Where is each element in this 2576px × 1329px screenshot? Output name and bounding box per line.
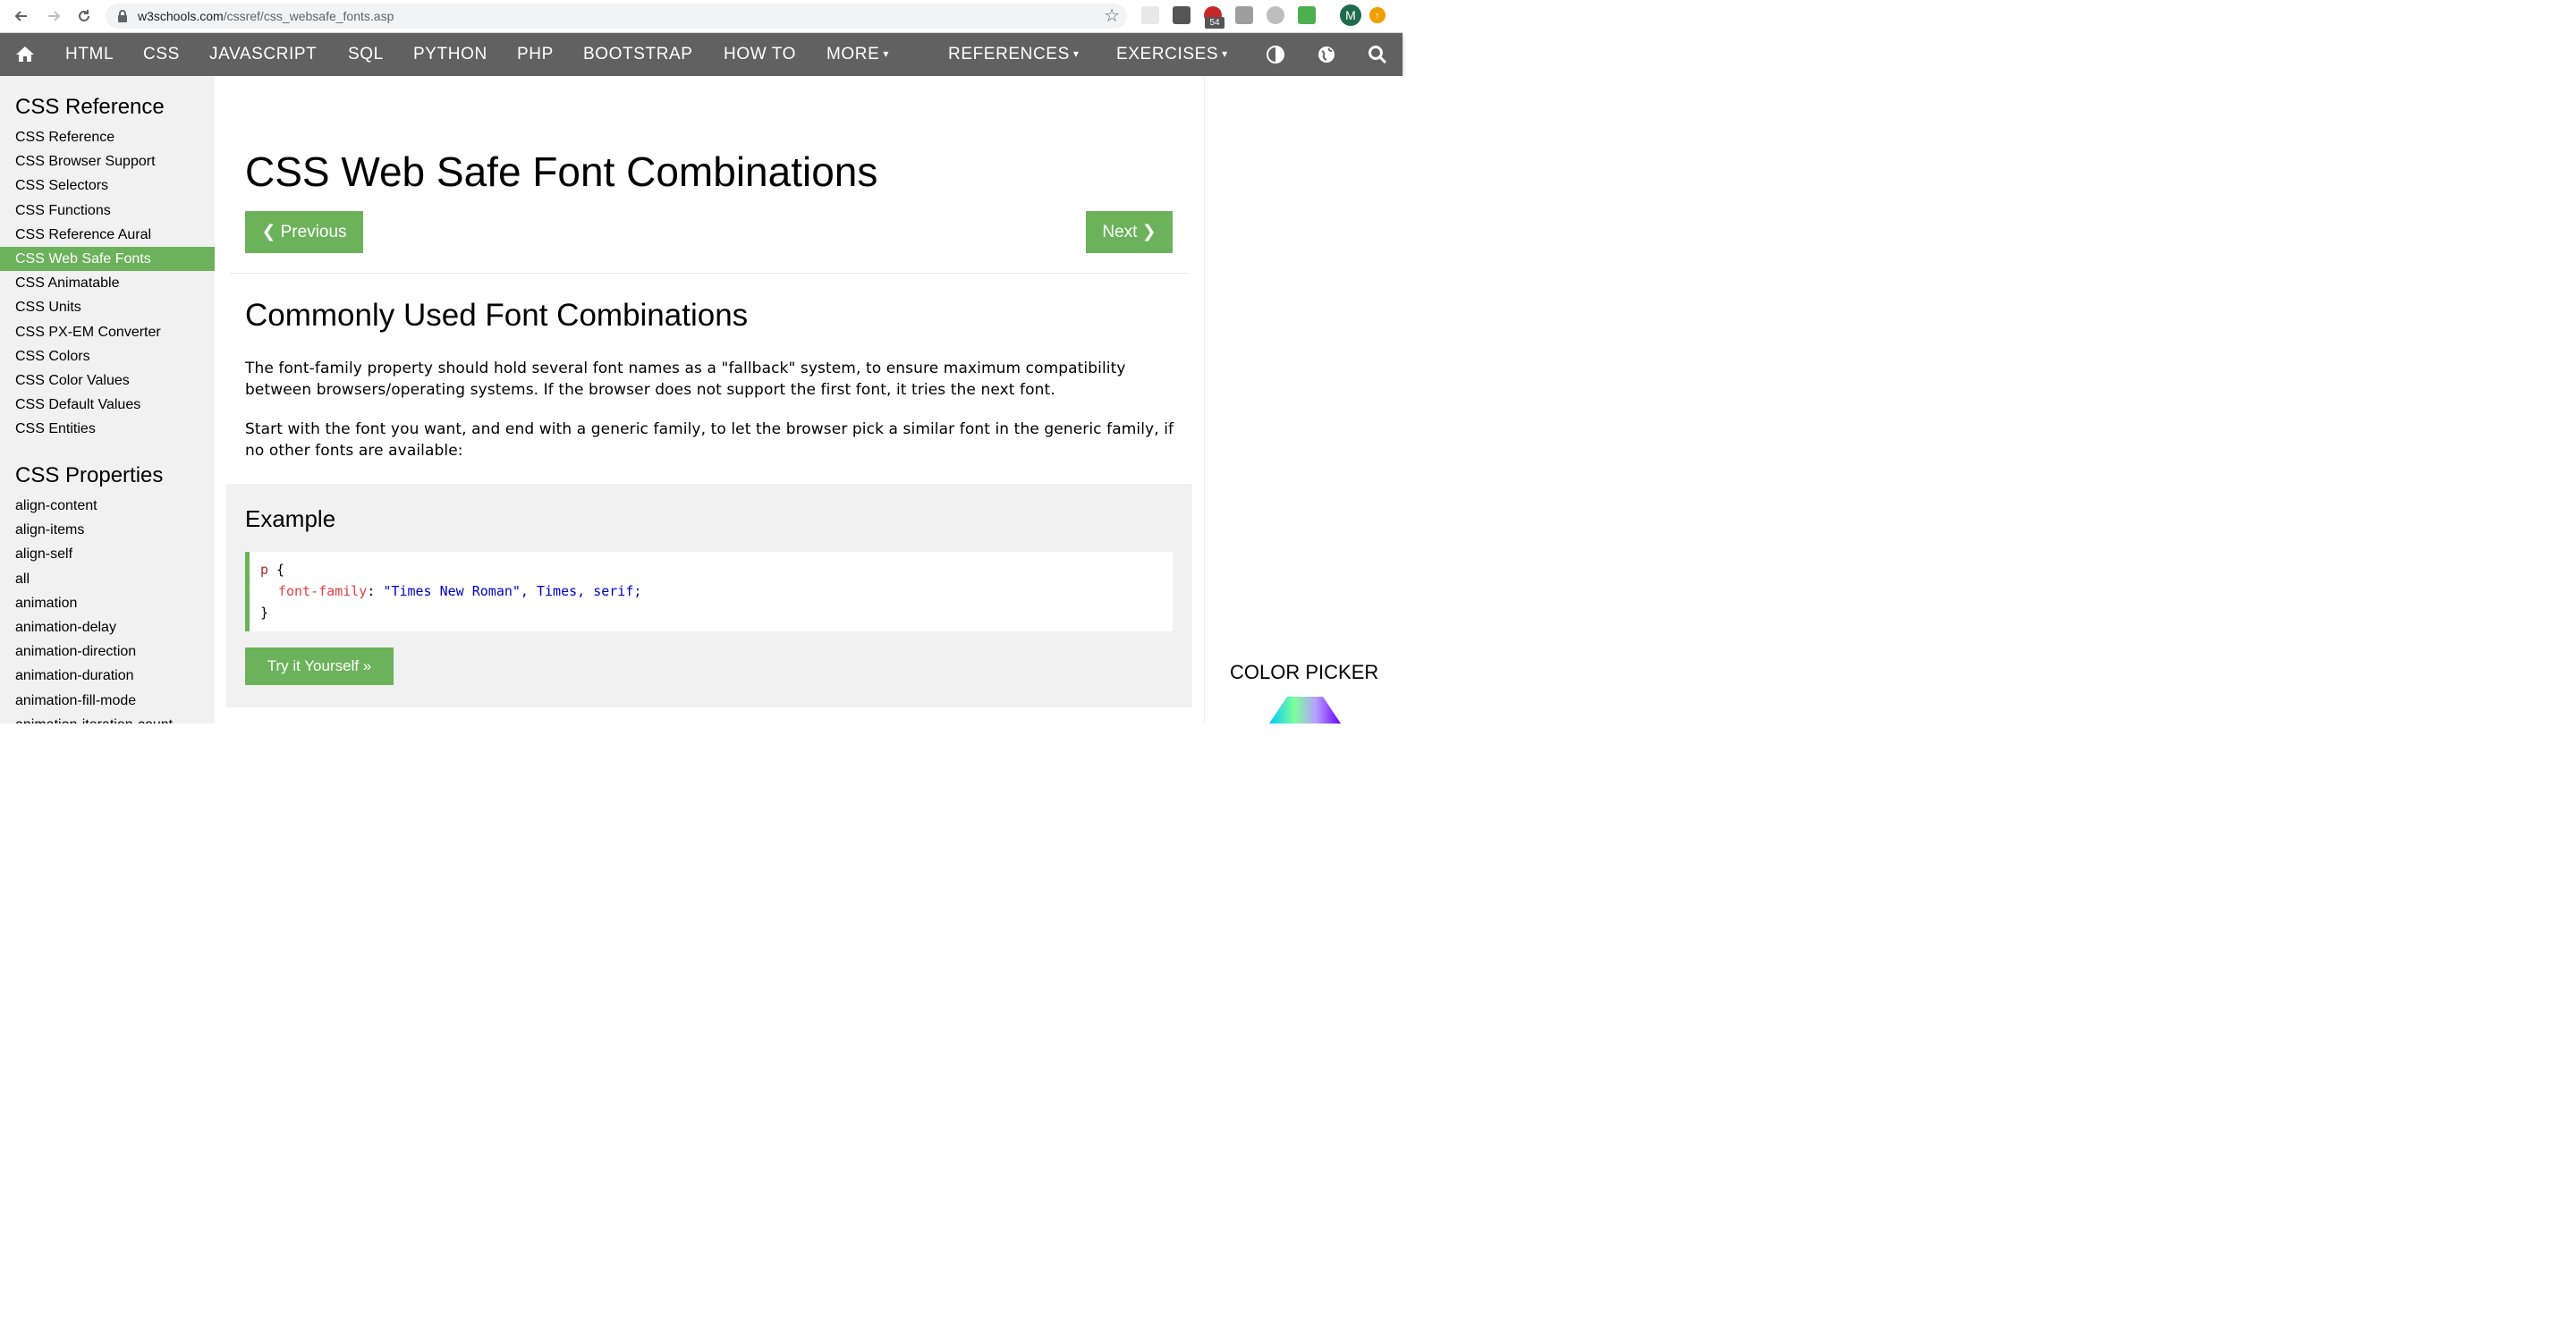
nav-more[interactable]: MORE ▾ (826, 33, 889, 76)
color-picker-title: COLOR PICKER (1230, 661, 1379, 683)
sidebar-link[interactable]: animation-duration (0, 664, 215, 688)
example-box: Example p { font-family: "Times New Roma… (226, 484, 1192, 707)
forward-arrow-icon[interactable] (43, 5, 64, 27)
code-block: p { font-family: "Times New Roman", Time… (245, 552, 1173, 631)
color-picker-hexagon-icon[interactable] (1269, 695, 1341, 724)
theme-toggle-icon[interactable] (1265, 44, 1286, 65)
sidebar-link[interactable]: CSS Functions (0, 199, 215, 223)
page-title: CSS Web Safe Font Combinations (245, 148, 878, 195)
sidebar-link[interactable]: CSS Colors (0, 344, 215, 368)
next-button[interactable]: Next ❯ (1086, 211, 1173, 253)
nav-exercises[interactable]: EXERCISES ▾ (1116, 33, 1228, 76)
code-colon: : (367, 583, 384, 599)
code-close-brace: } (260, 605, 269, 621)
sidebar-link[interactable]: animation-delay (0, 615, 215, 639)
right-column: COLOR PICKER (1204, 76, 1402, 724)
sidebar-link[interactable]: CSS Color Values (0, 368, 215, 393)
sidebar-link[interactable]: animation-direction (0, 639, 215, 664)
address-bar[interactable]: w3schools.com/cssref/css_websafe_fonts.a… (106, 4, 1127, 29)
caret-down-icon: ▾ (1222, 47, 1228, 60)
nav-references[interactable]: REFERENCES ▾ (948, 33, 1079, 76)
sidebar-link[interactable]: all (0, 567, 215, 591)
nav-php[interactable]: PHP (517, 33, 554, 76)
sidebar-link[interactable]: align-self (0, 542, 215, 566)
reload-icon[interactable] (73, 5, 95, 27)
globe-icon[interactable] (1316, 44, 1337, 65)
profile-avatar[interactable]: M (1340, 4, 1361, 26)
try-it-yourself-button[interactable]: Try it Yourself » (245, 648, 394, 685)
sidebar-link[interactable]: CSS Selectors (0, 174, 215, 198)
example-title: Example (245, 505, 336, 532)
sidebar-link[interactable]: align-content (0, 494, 215, 518)
code-open-brace: { (268, 562, 285, 578)
sidebar-heading-reference: CSS Reference (15, 95, 165, 119)
main-content: CSS Web Safe Font Combinations ❮ Previou… (215, 76, 1204, 724)
update-icon[interactable]: ↑ (1369, 7, 1385, 23)
sidebar-link[interactable]: CSS Units (0, 295, 215, 319)
nav-html[interactable]: HTML (65, 33, 114, 76)
sidebar-heading-properties: CSS Properties (15, 463, 164, 487)
nav-sql[interactable]: SQL (348, 33, 384, 76)
sidebar-link[interactable]: CSS PX-EM Converter (0, 320, 215, 344)
sidebar-link[interactable]: CSS Reference (0, 125, 215, 149)
code-value: "Times New Roman", Times, serif; (383, 583, 642, 599)
url-text: w3schools.com/cssref/css_websafe_fonts.a… (138, 9, 394, 23)
sidebar: CSS Reference CSS Reference CSS Browser S… (0, 76, 215, 724)
camera-extension-icon[interactable] (1235, 6, 1253, 24)
nav-python[interactable]: PYTHON (413, 33, 487, 76)
sidebar-link[interactable]: CSS Animatable (0, 271, 215, 295)
sidebar-link[interactable]: animation (0, 591, 215, 615)
nav-howto[interactable]: HOW TO (724, 33, 796, 76)
sidebar-link[interactable]: CSS Entities (0, 417, 215, 441)
top-navigation: HTML CSS JAVASCRIPT SQL PYTHON PHP BOOTS… (0, 33, 1402, 76)
code-property: font-family (278, 583, 368, 599)
sidebar-link[interactable]: align-items (0, 518, 215, 542)
nav-bootstrap[interactable]: BOOTSTRAP (583, 33, 693, 76)
code-selector: p (260, 562, 269, 578)
sidebar-link[interactable]: CSS Default Values (0, 393, 215, 417)
sidebar-link[interactable]: CSS Browser Support (0, 149, 215, 174)
nav-css[interactable]: CSS (143, 33, 180, 76)
facebook-extension-icon[interactable] (1173, 6, 1191, 24)
grammar-extension-icon[interactable] (1298, 6, 1316, 24)
previous-button[interactable]: ❮ Previous (245, 211, 363, 253)
sidebar-link[interactable]: animation-iteration-count (0, 713, 215, 724)
home-icon[interactable] (14, 44, 36, 65)
sidebar-link[interactable]: CSS Web Safe Fonts (0, 247, 215, 271)
divider (230, 273, 1188, 274)
extension-icon[interactable] (1141, 6, 1159, 24)
paragraph-fallback: The font-family property should hold sev… (245, 360, 1126, 399)
bookmark-star-icon[interactable]: ☆ (1104, 6, 1120, 26)
back-arrow-icon[interactable] (11, 5, 32, 27)
caret-down-icon: ▾ (1072, 47, 1080, 60)
extension-badge: 54 (1205, 17, 1224, 29)
caret-down-icon: ▾ (883, 47, 890, 60)
browser-toolbar: w3schools.com/cssref/css_websafe_fonts.a… (0, 0, 1402, 33)
sidebar-link[interactable]: CSS Reference Aural (0, 223, 215, 247)
sidebar-link[interactable]: animation-fill-mode (0, 689, 215, 713)
section-title: Commonly Used Font Combinations (245, 298, 749, 333)
chat-extension-icon[interactable] (1267, 6, 1284, 24)
nav-javascript[interactable]: JAVASCRIPT (209, 33, 317, 76)
lock-icon (118, 10, 127, 22)
search-icon[interactable] (1367, 44, 1388, 65)
paragraph-generic-family: Start with the font you want, and end wi… (245, 420, 1174, 460)
